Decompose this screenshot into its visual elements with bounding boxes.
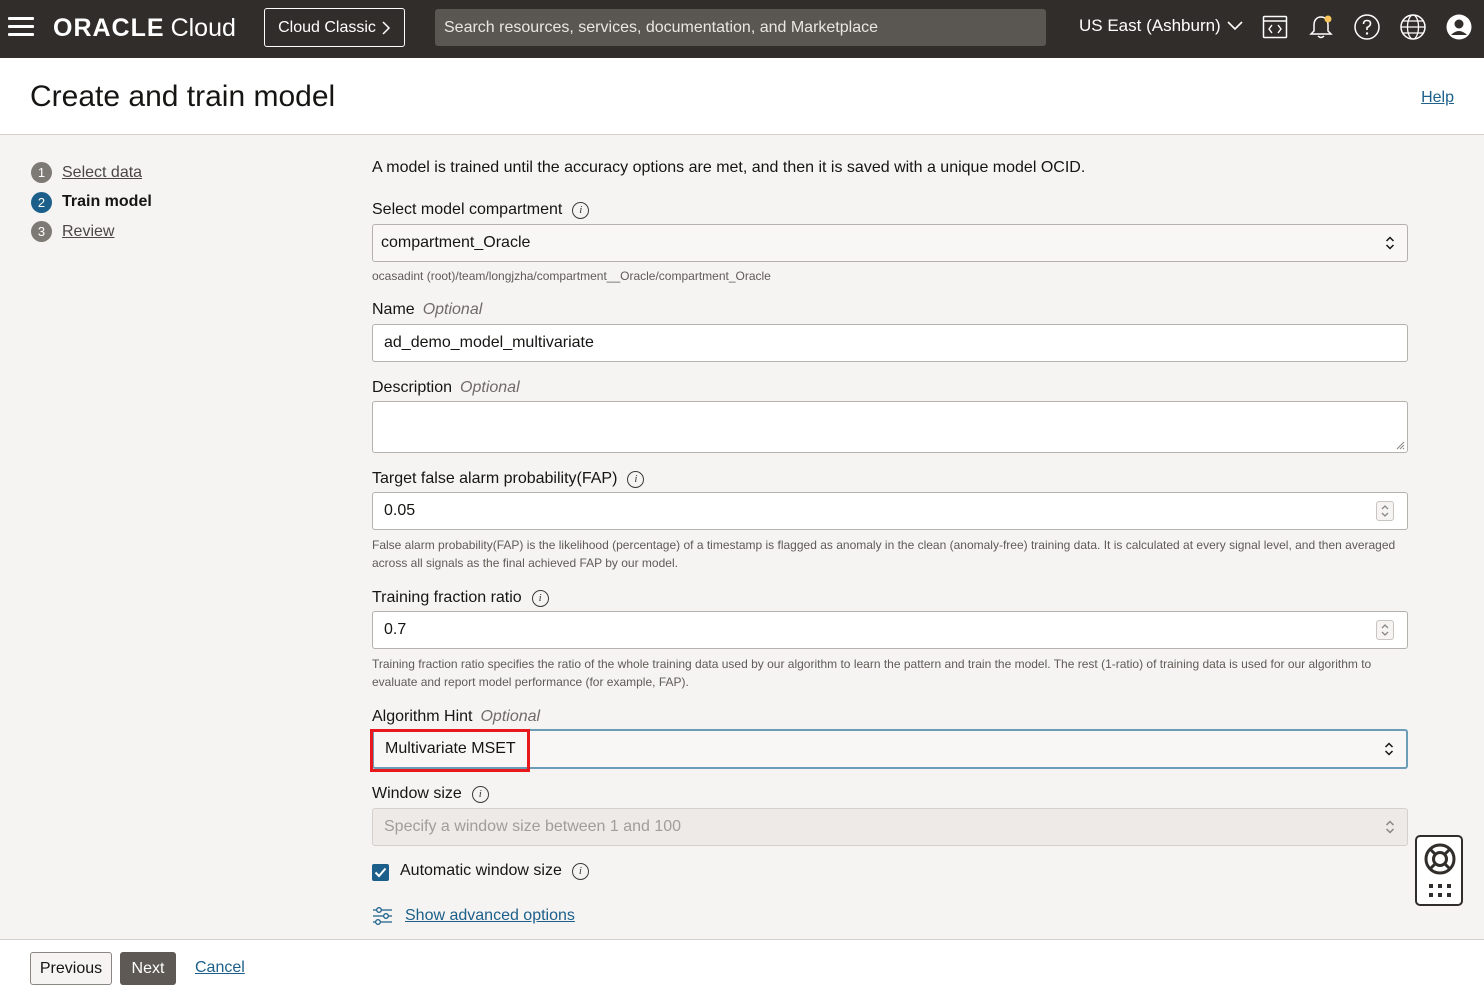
training-fraction-label: Training fraction ratio i	[372, 589, 549, 607]
code-editor-icon[interactable]	[1260, 12, 1290, 42]
number-spinner[interactable]	[1376, 620, 1394, 640]
sort-arrows-icon	[1385, 820, 1395, 834]
step-label: Select data	[62, 163, 143, 181]
automatic-window-size-checkbox[interactable]	[372, 864, 389, 881]
fap-label-text: Target false alarm probability(FAP)	[372, 470, 618, 487]
fap-label: Target false alarm probability(FAP) i	[372, 470, 645, 488]
name-input[interactable]: ad_demo_model_multivariate	[372, 324, 1408, 362]
optional-tag: Optional	[422, 301, 483, 318]
compartment-label: Select model compartment i	[372, 201, 590, 219]
fap-hint: False alarm probability(FAP) is the like…	[372, 538, 1396, 570]
checkmark-icon	[374, 867, 387, 878]
menu-icon[interactable]	[8, 17, 34, 37]
window-size-label-text: Window size	[372, 785, 462, 802]
compartment-value: compartment_Oracle	[381, 234, 531, 251]
help-circle-icon[interactable]	[1352, 12, 1382, 42]
cloud-classic-label: Cloud Classic	[278, 18, 376, 36]
sort-arrows-icon	[1385, 236, 1395, 250]
number-spinner[interactable]	[1376, 501, 1394, 521]
step-number: 2	[31, 191, 52, 213]
step-train-model: 2 Train model	[31, 188, 152, 218]
sort-arrows-icon	[1384, 742, 1394, 756]
description-textarea[interactable]	[372, 401, 1408, 453]
help-link[interactable]: Help	[1421, 89, 1454, 107]
window-size-select: Specify a window size between 1 and 100	[372, 808, 1408, 846]
info-icon[interactable]: i	[627, 470, 645, 488]
help-widget[interactable]	[1415, 835, 1463, 906]
top-navigation-bar: ORACLE Cloud Cloud Classic Search resour…	[0, 0, 1484, 58]
oracle-cloud-logo[interactable]: ORACLE Cloud	[53, 14, 236, 44]
algorithm-hint-value: Multivariate MSET	[385, 740, 516, 757]
description-label-text: Description	[372, 379, 453, 396]
name-label-text: Name	[372, 301, 415, 318]
apps-grid-icon	[1429, 884, 1451, 897]
step-label: Train model	[62, 193, 152, 211]
language-globe-icon[interactable]	[1398, 12, 1428, 42]
logo-brand: ORACLE	[53, 14, 165, 42]
optional-tag: Optional	[480, 708, 541, 725]
spinner-arrows-icon	[1381, 624, 1389, 636]
compartment-path: ocasadint (root)/team/longjzha/compartme…	[372, 269, 771, 283]
training-fraction-value: 0.7	[384, 621, 407, 638]
algorithm-hint-label: Algorithm Hint Optional	[372, 708, 540, 726]
name-value: ad_demo_model_multivariate	[384, 334, 594, 351]
resize-handle-icon[interactable]	[1395, 440, 1405, 450]
logo-cloud: Cloud	[170, 14, 236, 42]
chevron-down-icon	[1227, 21, 1243, 31]
page-header: Create and train model Help	[0, 58, 1484, 135]
step-select-data[interactable]: 1 Select data	[31, 158, 152, 188]
search-input[interactable]: Search resources, services, documentatio…	[435, 9, 1046, 46]
page-title: Create and train model	[30, 80, 336, 113]
compartment-select[interactable]: compartment_Oracle	[372, 224, 1408, 262]
training-fraction-hint: Training fraction ratio specifies the ra…	[372, 657, 1372, 689]
spinner-arrows-icon	[1381, 505, 1389, 517]
lifebuoy-icon	[1424, 843, 1456, 875]
description-label: Description Optional	[372, 379, 520, 397]
training-fraction-input[interactable]: 0.7	[372, 611, 1408, 649]
show-advanced-options[interactable]: Show advanced options	[372, 906, 575, 926]
automatic-window-size-text[interactable]: Automatic window size	[400, 862, 562, 880]
previous-button[interactable]: Previous	[30, 952, 112, 985]
cloud-classic-button[interactable]: Cloud Classic	[264, 8, 405, 47]
user-profile-icon[interactable]	[1444, 12, 1474, 42]
step-number: 1	[31, 162, 52, 184]
sliders-icon	[373, 907, 392, 925]
algorithm-hint-select[interactable]: Multivariate MSET	[372, 729, 1408, 769]
region-label: US East (Ashburn)	[1079, 16, 1221, 35]
compartment-label-text: Select model compartment	[372, 201, 563, 218]
info-icon[interactable]: i	[572, 201, 590, 219]
step-review[interactable]: 3 Review	[31, 217, 152, 247]
notifications-bell-icon[interactable]	[1306, 12, 1336, 42]
fap-input[interactable]: 0.05	[372, 492, 1408, 530]
window-size-label: Window size i	[372, 785, 489, 803]
next-button[interactable]: Next	[120, 952, 176, 985]
info-icon[interactable]: i	[531, 589, 549, 607]
window-size-placeholder: Specify a window size between 1 and 100	[384, 818, 682, 835]
fap-value: 0.05	[384, 502, 416, 519]
wizard-steps: 1 Select data 2 Train model 3 Review	[31, 158, 152, 247]
optional-tag: Optional	[460, 379, 520, 396]
region-selector[interactable]: US East (Ashburn)	[1079, 16, 1243, 36]
algorithm-hint-label-text: Algorithm Hint	[372, 708, 473, 725]
search-placeholder: Search resources, services, documentatio…	[444, 18, 878, 36]
training-fraction-label-text: Training fraction ratio	[372, 589, 522, 606]
wizard-footer: Previous Next Cancel	[0, 939, 1484, 995]
chevron-right-icon	[382, 20, 390, 35]
automatic-window-size-label: Automatic window size i	[400, 862, 589, 880]
step-number: 3	[31, 221, 52, 243]
name-label: Name Optional	[372, 301, 482, 319]
info-icon[interactable]: i	[471, 785, 489, 803]
show-advanced-options-link[interactable]: Show advanced options	[405, 907, 575, 925]
step-label: Review	[62, 222, 115, 240]
form-intro: A model is trained until the accuracy op…	[372, 159, 1086, 176]
cancel-link[interactable]: Cancel	[195, 959, 245, 977]
info-icon[interactable]: i	[571, 862, 589, 880]
